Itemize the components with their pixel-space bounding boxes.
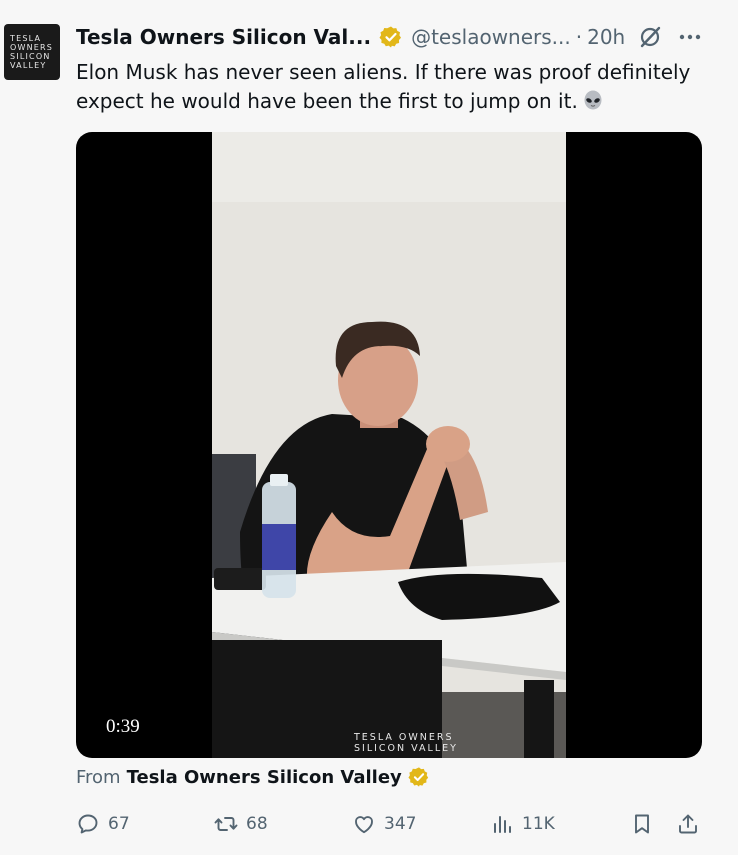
reply-button[interactable]: 67 xyxy=(76,806,130,842)
verified-badge-icon[interactable] xyxy=(379,25,403,49)
tweet-text-line: Elon Musk has never seen aliens. If ther… xyxy=(76,60,691,84)
verified-badge-icon xyxy=(408,766,430,788)
author-handle[interactable]: @teslaowners... xyxy=(411,25,571,49)
repost-button[interactable]: 68 xyxy=(214,806,268,842)
separator-dot: · xyxy=(575,25,583,49)
watermark-line: SILICON VALLEY xyxy=(354,743,458,754)
author-display-name[interactable]: Tesla Owners Silicon Val... xyxy=(76,25,371,49)
alien-emoji-icon xyxy=(582,90,604,112)
video-player[interactable]: TESLA OWNERS SILICON VALLEY 0:39 xyxy=(76,132,702,758)
video-watermark: TESLA OWNERS SILICON VALLEY xyxy=(354,732,458,754)
tweet-actions-bar: 67 68 347 11K xyxy=(76,806,706,842)
more-options-icon[interactable] xyxy=(677,24,703,50)
like-count: 347 xyxy=(384,814,417,834)
tweet-text-line: expect he would have been the first to j… xyxy=(76,89,578,113)
views-icon xyxy=(494,816,511,833)
tweet-text: Elon Musk has never seen aliens. If ther… xyxy=(76,58,716,116)
post-timestamp[interactable]: 20h xyxy=(587,25,625,49)
bookmark-icon xyxy=(635,814,649,834)
author-avatar[interactable]: TESLA OWNERS SILICON VALLEY xyxy=(4,24,60,80)
repost-count: 68 xyxy=(246,814,268,834)
avatar-text-line: OWNERS xyxy=(10,43,54,52)
view-count: 11K xyxy=(522,814,555,834)
source-label: From xyxy=(76,766,121,788)
tweet[interactable]: TESLA OWNERS SILICON VALLEY Tesla Owners… xyxy=(0,0,738,855)
reply-icon xyxy=(78,814,98,834)
avatar-text-line: VALLEY xyxy=(10,61,47,70)
like-button[interactable]: 347 xyxy=(352,806,416,842)
reply-count: 67 xyxy=(108,814,130,834)
repost-icon xyxy=(214,817,238,831)
watermark-line: TESLA OWNERS xyxy=(354,732,454,743)
bookmark-button[interactable] xyxy=(630,806,654,842)
share-button[interactable] xyxy=(676,806,700,842)
video-thumbnail-image xyxy=(212,132,566,758)
views-button[interactable]: 11K xyxy=(490,806,555,842)
avatar-text-line: TESLA xyxy=(10,34,42,43)
share-icon xyxy=(679,814,697,834)
tweet-text-line-2: expect he would have been the first to j… xyxy=(76,87,716,116)
avatar-text-line: SILICON xyxy=(10,52,51,61)
video-source-attribution: From Tesla Owners Silicon Valley xyxy=(76,764,430,790)
video-frame: TESLA OWNERS SILICON VALLEY xyxy=(212,132,566,758)
grok-icon[interactable] xyxy=(637,24,663,50)
tweet-header: Tesla Owners Silicon Val... @teslaowners… xyxy=(76,22,716,52)
source-account-name[interactable]: Tesla Owners Silicon Valley xyxy=(127,767,402,788)
video-duration: 0:39 xyxy=(106,716,140,737)
heart-icon xyxy=(355,816,373,834)
